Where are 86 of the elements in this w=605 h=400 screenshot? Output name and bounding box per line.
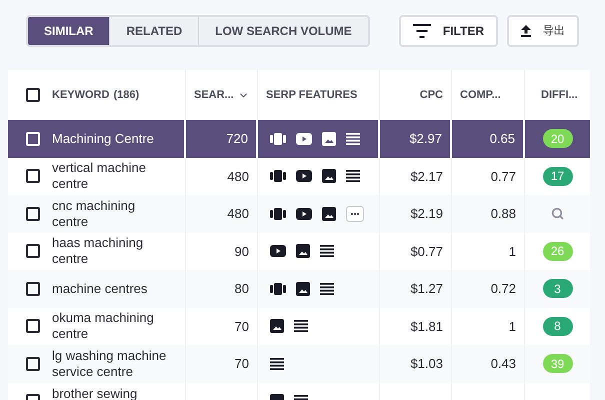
table-cell-text: $1.27 — [410, 280, 443, 298]
checkbox[interactable] — [26, 169, 40, 184]
image-icon — [270, 319, 284, 334]
column-header[interactable]: COMP... — [460, 86, 501, 104]
table-cell-text: 0.72 — [490, 280, 516, 298]
export-button[interactable]: 导出 — [507, 15, 579, 47]
table-cell-text: $2.19 — [410, 205, 443, 223]
table-row[interactable]: haas machining centre 90 $0.77 1 26 — [8, 232, 590, 270]
column-header[interactable]: SEAR... — [194, 86, 234, 104]
table-row[interactable]: machine centres 80 $1.27 0.72 3 — [8, 270, 590, 308]
list-icon — [320, 282, 334, 295]
keyword-link[interactable]: Machining Centre — [52, 130, 170, 147]
table-cell-text: 0.77 — [490, 168, 516, 186]
checkbox[interactable] — [26, 282, 40, 296]
checkbox[interactable] — [26, 319, 40, 334]
table-row[interactable]: vertical machine centre 480 $2.17 0.77 17 — [8, 158, 590, 195]
column-header[interactable]: SERP FEATURES — [266, 86, 358, 104]
carousel-icon — [270, 282, 286, 295]
difficulty-badge: 20 — [542, 129, 572, 148]
checkbox[interactable] — [26, 244, 40, 258]
carousel-icon — [270, 170, 286, 182]
table-cell-text: 70 — [234, 318, 249, 336]
table-row[interactable]: brother sewing — [8, 382, 590, 400]
table-cell-text: 0.65 — [490, 130, 515, 148]
table-row[interactable]: Machining Centre 720 $2.97 0.65 20 — [8, 120, 590, 158]
tab[interactable]: SIMILAR — [28, 17, 110, 45]
filter-icon — [412, 24, 431, 38]
table-cell-text: 0.43 — [490, 355, 516, 373]
list-icon — [320, 245, 334, 258]
column-header[interactable]: KEYWORD — [52, 86, 110, 104]
filter-button[interactable]: FILTER — [398, 15, 498, 47]
keyword-link[interactable]: lg washing machine service centre — [52, 348, 170, 380]
table-cell-text: 720 — [226, 130, 248, 148]
keyword-count: (186) — [113, 88, 140, 103]
carousel-icon — [270, 132, 286, 145]
image-icon — [322, 169, 336, 184]
list-icon — [294, 320, 308, 332]
table-cell-text: 480 — [227, 205, 249, 223]
difficulty-badge: 39 — [542, 354, 572, 374]
list-icon — [346, 132, 360, 145]
image-icon — [296, 244, 310, 258]
table-cell-text: 90 — [234, 242, 249, 260]
table-cell-text: 1 — [508, 318, 516, 336]
table-cell-text: 1 — [508, 242, 516, 260]
table-row[interactable]: cnc machining centre 480 $2.19 0.88 — [8, 195, 590, 232]
keyword-link[interactable]: vertical machine centre — [52, 160, 170, 192]
table-cell-text: $0.77 — [410, 242, 443, 260]
table-cell-text: $2.97 — [409, 130, 442, 148]
difficulty-badge: 8 — [542, 316, 572, 336]
keyword-link[interactable]: machine centres — [52, 280, 170, 297]
table-cell-text: $2.17 — [410, 168, 443, 186]
video-icon — [270, 245, 286, 258]
image-icon — [322, 132, 336, 146]
more-icon[interactable] — [346, 206, 364, 222]
tab[interactable]: LOW SEARCH VOLUME — [198, 17, 368, 45]
table-cell-text: $1.81 — [410, 318, 443, 336]
checkbox[interactable] — [26, 206, 40, 221]
tab[interactable]: RELATED — [109, 17, 198, 45]
checkbox[interactable] — [26, 88, 40, 102]
table-row[interactable]: lg washing machine service centre 70 $1.03 0.43 39 — [8, 345, 590, 382]
list-icon — [346, 170, 360, 182]
table-cell-text: 80 — [234, 280, 249, 298]
difficulty-badge: 3 — [542, 279, 572, 298]
table-cell-text: $1.03 — [410, 355, 443, 373]
keyword-link[interactable]: haas machining centre — [52, 235, 170, 268]
keyword-link[interactable]: brother sewing — [52, 382, 170, 400]
table-cell-text: 0.88 — [490, 205, 516, 223]
image-icon — [322, 206, 336, 221]
keyword-link[interactable]: okuma machining centre — [52, 310, 170, 342]
upload-icon — [521, 25, 531, 37]
list-icon — [270, 358, 284, 370]
search-icon[interactable] — [551, 207, 564, 220]
carousel-icon — [270, 208, 286, 220]
table-cell-text: 70 — [234, 355, 249, 373]
video-icon — [296, 208, 312, 220]
checkbox[interactable] — [26, 356, 40, 371]
image-icon — [296, 282, 310, 296]
column-header[interactable]: CPC — [420, 86, 443, 104]
column-header[interactable]: DIFFI... — [541, 86, 578, 104]
video-icon — [296, 170, 312, 182]
difficulty-badge: 17 — [542, 166, 572, 186]
difficulty-badge: 26 — [542, 242, 572, 261]
table-row[interactable]: okuma machining centre 70 $1.81 1 8 — [8, 308, 590, 345]
video-icon — [296, 132, 312, 145]
table-cell-text: 480 — [227, 168, 249, 186]
keyword-link[interactable]: cnc machining centre — [52, 198, 170, 230]
